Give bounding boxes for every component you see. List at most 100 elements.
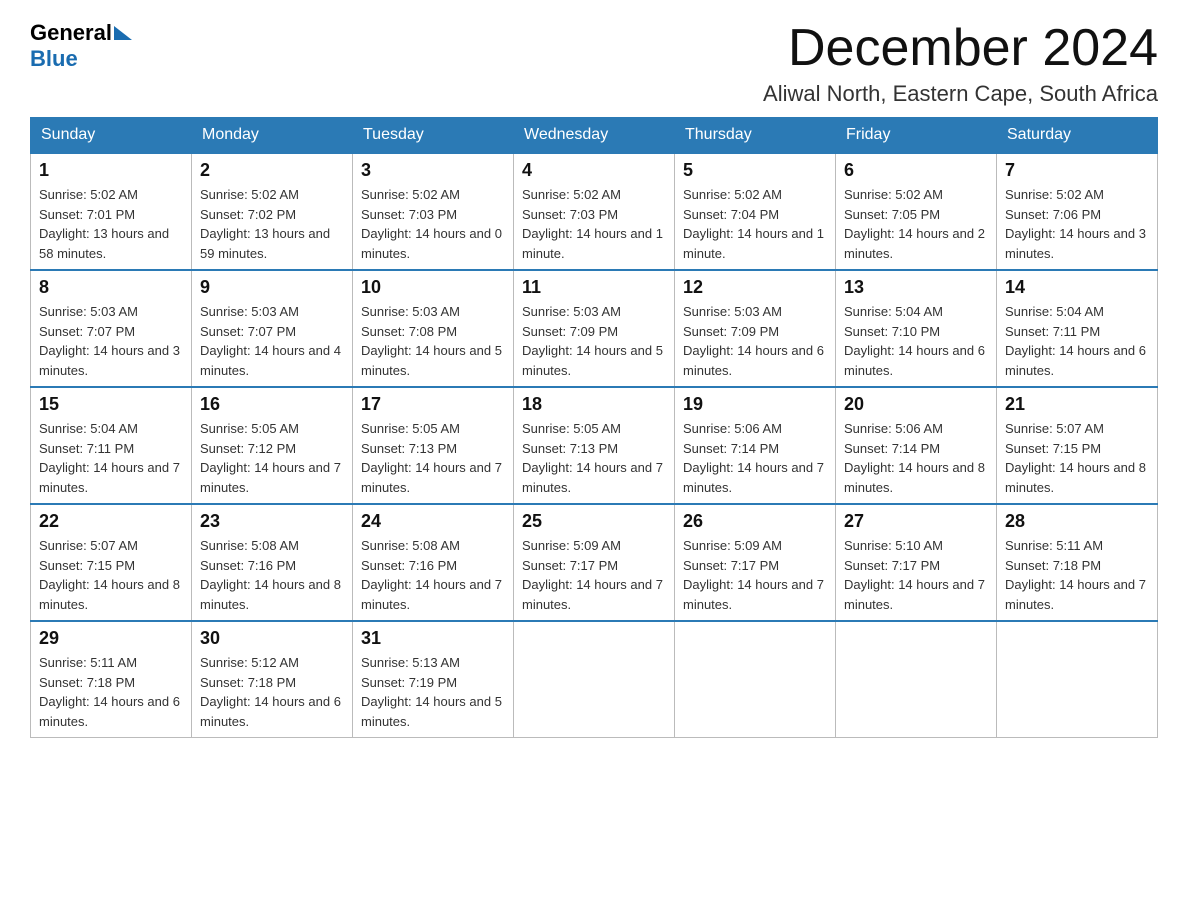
calendar-week-row: 22Sunrise: 5:07 AMSunset: 7:15 PMDayligh…	[31, 504, 1158, 621]
weekday-header-sunday: Sunday	[31, 118, 192, 154]
calendar-cell: 17Sunrise: 5:05 AMSunset: 7:13 PMDayligh…	[353, 387, 514, 504]
calendar-cell: 26 Sunrise: 5:09 AMSunset: 7:17 PMDayligh…	[675, 504, 836, 621]
calendar-cell: 21Sunrise: 5:07 AMSunset: 7:15 PMDayligh…	[997, 387, 1158, 504]
location-title: Aliwal North, Eastern Cape, South Africa	[763, 81, 1158, 107]
calendar-cell: 10 Sunrise: 5:03 AMSunset: 7:08 PMDayligh…	[353, 270, 514, 387]
calendar-cell: 1 Sunrise: 5:02 AMSunset: 7:01 PMDaylight…	[31, 153, 192, 270]
day-info: Sunrise: 5:03 AMSunset: 7:07 PMDaylight:…	[39, 302, 183, 380]
logo-arrow-icon	[114, 26, 132, 40]
day-info: Sunrise: 5:10 AMSunset: 7:17 PMDaylight:…	[844, 536, 988, 614]
logo-blue-text: Blue	[30, 46, 78, 71]
calendar-cell: 28 Sunrise: 5:11 AMSunset: 7:18 PMDayligh…	[997, 504, 1158, 621]
calendar-cell: 25 Sunrise: 5:09 AMSunset: 7:17 PMDayligh…	[514, 504, 675, 621]
day-info: Sunrise: 5:02 AMSunset: 7:06 PMDaylight:…	[1005, 185, 1149, 263]
calendar-cell: 8 Sunrise: 5:03 AMSunset: 7:07 PMDaylight…	[31, 270, 192, 387]
day-info: Sunrise: 5:06 AMSunset: 7:14 PMDaylight:…	[844, 419, 988, 497]
day-number: 13	[844, 277, 988, 298]
day-info: Sunrise: 5:02 AMSunset: 7:04 PMDaylight:…	[683, 185, 827, 263]
day-info: Sunrise: 5:02 AMSunset: 7:03 PMDaylight:…	[522, 185, 666, 263]
day-info: Sunrise: 5:09 AMSunset: 7:17 PMDaylight:…	[522, 536, 666, 614]
day-info: Sunrise: 5:03 AMSunset: 7:08 PMDaylight:…	[361, 302, 505, 380]
day-number: 10	[361, 277, 505, 298]
day-info: Sunrise: 5:04 AMSunset: 7:11 PMDaylight:…	[39, 419, 183, 497]
day-number: 29	[39, 628, 183, 649]
day-info: Sunrise: 5:05 AMSunset: 7:13 PMDaylight:…	[522, 419, 666, 497]
day-number: 4	[522, 160, 666, 181]
calendar-cell: 16 Sunrise: 5:05 AMSunset: 7:12 PMDayligh…	[192, 387, 353, 504]
day-info: Sunrise: 5:02 AMSunset: 7:05 PMDaylight:…	[844, 185, 988, 263]
calendar-cell: 7 Sunrise: 5:02 AMSunset: 7:06 PMDaylight…	[997, 153, 1158, 270]
calendar-cell: 15Sunrise: 5:04 AMSunset: 7:11 PMDayligh…	[31, 387, 192, 504]
day-number: 25	[522, 511, 666, 532]
calendar-week-row: 15Sunrise: 5:04 AMSunset: 7:11 PMDayligh…	[31, 387, 1158, 504]
day-number: 6	[844, 160, 988, 181]
calendar-cell: 31 Sunrise: 5:13 AMSunset: 7:19 PMDayligh…	[353, 621, 514, 738]
calendar-week-row: 1 Sunrise: 5:02 AMSunset: 7:01 PMDaylight…	[31, 153, 1158, 270]
day-number: 31	[361, 628, 505, 649]
day-info: Sunrise: 5:05 AMSunset: 7:13 PMDaylight:…	[361, 419, 505, 497]
day-number: 27	[844, 511, 988, 532]
calendar-cell	[514, 621, 675, 738]
day-info: Sunrise: 5:09 AMSunset: 7:17 PMDaylight:…	[683, 536, 827, 614]
weekday-header-friday: Friday	[836, 118, 997, 154]
day-number: 9	[200, 277, 344, 298]
day-info: Sunrise: 5:03 AMSunset: 7:09 PMDaylight:…	[522, 302, 666, 380]
calendar-cell: 23 Sunrise: 5:08 AMSunset: 7:16 PMDayligh…	[192, 504, 353, 621]
day-info: Sunrise: 5:11 AMSunset: 7:18 PMDaylight:…	[39, 653, 183, 731]
calendar-table: SundayMondayTuesdayWednesdayThursdayFrid…	[30, 117, 1158, 738]
calendar-cell: 9Sunrise: 5:03 AMSunset: 7:07 PMDaylight…	[192, 270, 353, 387]
calendar-cell: 29 Sunrise: 5:11 AMSunset: 7:18 PMDayligh…	[31, 621, 192, 738]
calendar-cell: 11 Sunrise: 5:03 AMSunset: 7:09 PMDayligh…	[514, 270, 675, 387]
day-number: 3	[361, 160, 505, 181]
header: General Blue December 2024 Aliwal North,…	[30, 20, 1158, 107]
title-area: December 2024 Aliwal North, Eastern Cape…	[763, 20, 1158, 107]
weekday-header-saturday: Saturday	[997, 118, 1158, 154]
day-number: 23	[200, 511, 344, 532]
day-info: Sunrise: 5:08 AMSunset: 7:16 PMDaylight:…	[361, 536, 505, 614]
weekday-header-wednesday: Wednesday	[514, 118, 675, 154]
day-number: 14	[1005, 277, 1149, 298]
day-info: Sunrise: 5:02 AMSunset: 7:02 PMDaylight:…	[200, 185, 344, 263]
weekday-header-monday: Monday	[192, 118, 353, 154]
weekday-header-tuesday: Tuesday	[353, 118, 514, 154]
calendar-cell: 2Sunrise: 5:02 AMSunset: 7:02 PMDaylight…	[192, 153, 353, 270]
calendar-cell: 24Sunrise: 5:08 AMSunset: 7:16 PMDayligh…	[353, 504, 514, 621]
day-info: Sunrise: 5:08 AMSunset: 7:16 PMDaylight:…	[200, 536, 344, 614]
day-number: 22	[39, 511, 183, 532]
day-number: 28	[1005, 511, 1149, 532]
calendar-cell: 20 Sunrise: 5:06 AMSunset: 7:14 PMDayligh…	[836, 387, 997, 504]
calendar-cell: 22Sunrise: 5:07 AMSunset: 7:15 PMDayligh…	[31, 504, 192, 621]
logo: General Blue	[30, 20, 134, 72]
day-number: 1	[39, 160, 183, 181]
day-number: 20	[844, 394, 988, 415]
day-number: 30	[200, 628, 344, 649]
day-info: Sunrise: 5:13 AMSunset: 7:19 PMDaylight:…	[361, 653, 505, 731]
logo-general-text: General	[30, 20, 112, 46]
month-title: December 2024	[763, 20, 1158, 77]
day-info: Sunrise: 5:11 AMSunset: 7:18 PMDaylight:…	[1005, 536, 1149, 614]
day-info: Sunrise: 5:06 AMSunset: 7:14 PMDaylight:…	[683, 419, 827, 497]
day-number: 8	[39, 277, 183, 298]
calendar-cell	[836, 621, 997, 738]
day-number: 16	[200, 394, 344, 415]
calendar-week-row: 8 Sunrise: 5:03 AMSunset: 7:07 PMDaylight…	[31, 270, 1158, 387]
calendar-cell: 3 Sunrise: 5:02 AMSunset: 7:03 PMDaylight…	[353, 153, 514, 270]
day-info: Sunrise: 5:07 AMSunset: 7:15 PMDaylight:…	[1005, 419, 1149, 497]
calendar-cell: 27 Sunrise: 5:10 AMSunset: 7:17 PMDayligh…	[836, 504, 997, 621]
calendar-cell: 5Sunrise: 5:02 AMSunset: 7:04 PMDaylight…	[675, 153, 836, 270]
calendar-cell: 19Sunrise: 5:06 AMSunset: 7:14 PMDayligh…	[675, 387, 836, 504]
day-number: 11	[522, 277, 666, 298]
calendar-cell: 30 Sunrise: 5:12 AMSunset: 7:18 PMDayligh…	[192, 621, 353, 738]
day-info: Sunrise: 5:12 AMSunset: 7:18 PMDaylight:…	[200, 653, 344, 731]
day-info: Sunrise: 5:02 AMSunset: 7:01 PMDaylight:…	[39, 185, 183, 263]
day-number: 18	[522, 394, 666, 415]
calendar-cell: 13Sunrise: 5:04 AMSunset: 7:10 PMDayligh…	[836, 270, 997, 387]
day-number: 26	[683, 511, 827, 532]
calendar-cell	[675, 621, 836, 738]
calendar-cell: 6 Sunrise: 5:02 AMSunset: 7:05 PMDaylight…	[836, 153, 997, 270]
day-number: 7	[1005, 160, 1149, 181]
day-info: Sunrise: 5:02 AMSunset: 7:03 PMDaylight:…	[361, 185, 505, 263]
weekday-header-row: SundayMondayTuesdayWednesdayThursdayFrid…	[31, 118, 1158, 154]
day-info: Sunrise: 5:05 AMSunset: 7:12 PMDaylight:…	[200, 419, 344, 497]
day-info: Sunrise: 5:04 AMSunset: 7:11 PMDaylight:…	[1005, 302, 1149, 380]
